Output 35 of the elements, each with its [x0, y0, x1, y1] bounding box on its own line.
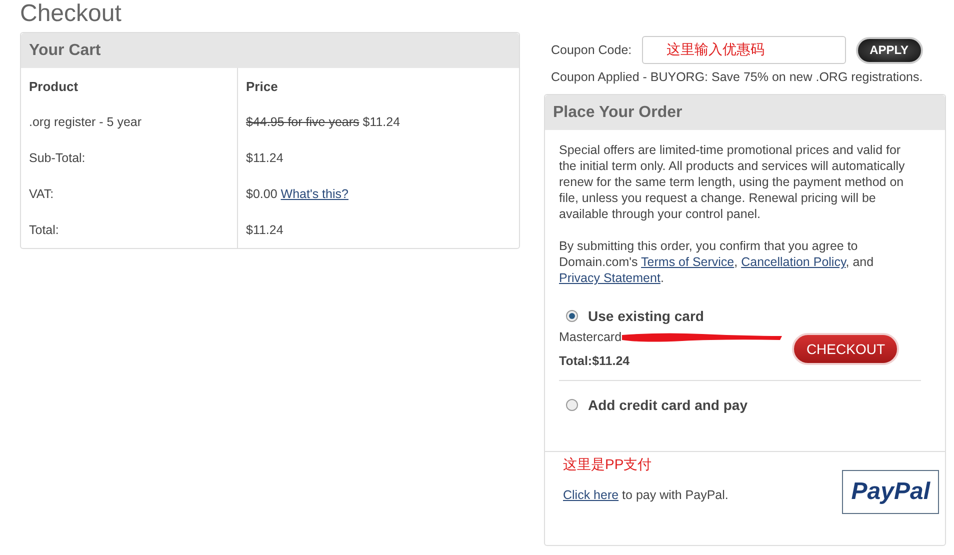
price: $0.00: [246, 187, 278, 201]
help-link[interactable]: What's this?: [280, 187, 348, 201]
old-price: $44.95 for five years: [246, 115, 360, 129]
card-name: Mastercard: [559, 330, 622, 344]
price: $11.24: [246, 151, 284, 165]
column-header: Price: [238, 68, 519, 104]
radio-button[interactable]: [566, 399, 578, 411]
coupon-field[interactable]: 这里输入优惠码: [642, 36, 846, 64]
checkout-button[interactable]: CHECKOUT: [792, 333, 899, 365]
paypal-link[interactable]: Click here: [563, 488, 619, 502]
price: $11.24: [362, 115, 400, 129]
order-total: Total:$11.24: [559, 354, 631, 368]
notice-text: Special offers are limited-time promotional prices and valid for the initial term only. All products and services will automatically renew for the same term length, using the payment method on file, unless you request a change. Renewal pricing will be available through your control panel.: [559, 142, 906, 222]
coupon-label: Coupon Code:: [551, 43, 632, 57]
annotation-text: 这里是PP支付: [563, 456, 653, 474]
apply-button[interactable]: APPLY: [856, 36, 923, 64]
option-label: Use existing card: [588, 308, 704, 324]
table-cell: Total:: [21, 212, 238, 248]
column-header: Product: [21, 68, 238, 104]
table-cell: Sub-Total:: [21, 140, 238, 176]
price: $11.24: [246, 223, 284, 237]
coupon-message: Coupon Applied - BUYORG: Save 75% on new .ORG registrations.: [551, 70, 924, 84]
cart-title: Your Cart: [21, 33, 519, 68]
radio-button[interactable]: [566, 310, 578, 322]
policy-link[interactable]: Privacy Statement: [559, 271, 660, 285]
policy-link[interactable]: Cancellation Policy: [741, 255, 846, 269]
page-title: Checkout: [20, 0, 122, 28]
option-label: Add credit card and pay: [588, 397, 748, 413]
paypal-logo: PayPal: [842, 470, 939, 514]
policy-link[interactable]: Terms of Service: [641, 255, 734, 269]
paypal-text: Click here to pay with PayPal.: [563, 488, 728, 502]
order-title: Place Your Order: [545, 95, 945, 130]
table-cell: .org register - 5 year: [21, 104, 238, 140]
agreement-text: By submitting this order, you confirm that you agree to Domain.com's Terms of Service, Cancellation Policy, and Privacy Statement.: [559, 238, 875, 286]
table-cell: VAT:: [21, 176, 238, 212]
